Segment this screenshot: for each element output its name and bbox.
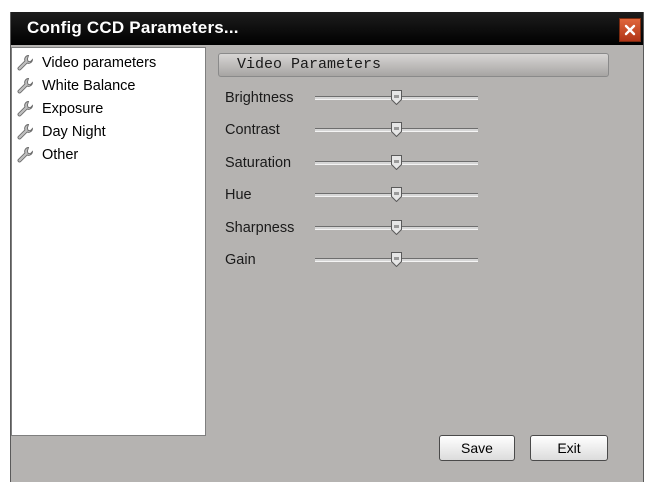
hue-label: Hue	[225, 187, 252, 203]
tree-item-video-parameters[interactable]: Video parameters	[16, 52, 156, 74]
tree-item-label: White Balance	[42, 78, 136, 94]
wrench-icon	[17, 78, 33, 94]
save-button[interactable]: Save	[439, 435, 515, 461]
tree-item-day-night[interactable]: Day Night	[16, 121, 106, 143]
tree-item-label: Exposure	[42, 101, 104, 117]
window-title: Config CCD Parameters...	[27, 18, 239, 37]
wrench-icon	[17, 147, 33, 163]
wrench-icon	[17, 124, 33, 140]
exit-button[interactable]: Exit	[530, 435, 608, 461]
sharpness-label: Sharpness	[225, 220, 295, 236]
saturation-slider[interactable]	[315, 155, 478, 170]
brightness-slider[interactable]	[315, 90, 478, 105]
wrench-icon	[17, 55, 33, 71]
config-dialog: Config CCD Parameters... Video parameter…	[10, 12, 644, 482]
slider-thumb[interactable]	[391, 155, 402, 170]
saturation-label: Saturation	[225, 155, 292, 171]
title-bar[interactable]: Config CCD Parameters...	[11, 12, 643, 45]
slider-thumb[interactable]	[391, 90, 402, 105]
slider-thumb[interactable]	[391, 220, 402, 235]
gain-label: Gain	[225, 252, 256, 268]
sharpness-slider[interactable]	[315, 220, 478, 235]
contrast-label: Contrast	[225, 122, 280, 138]
tree-item-label: Video parameters	[42, 55, 157, 71]
close-button[interactable]	[619, 18, 641, 42]
close-icon	[624, 24, 636, 36]
tree-item-other[interactable]: Other	[16, 144, 78, 166]
brightness-label: Brightness	[225, 90, 294, 106]
tree-item-label: Day Night	[42, 124, 106, 140]
wrench-icon	[17, 101, 33, 117]
slider-thumb[interactable]	[391, 252, 402, 267]
tree-item-white-balance[interactable]: White Balance	[16, 75, 136, 97]
category-tree: Video parameters White Balance Exposure …	[11, 47, 206, 436]
tree-item-label: Other	[42, 147, 79, 163]
hue-slider[interactable]	[315, 187, 478, 202]
contrast-slider[interactable]	[315, 122, 478, 137]
tree-item-exposure[interactable]: Exposure	[16, 98, 103, 120]
gain-slider[interactable]	[315, 252, 478, 267]
section-header: Video Parameters	[218, 53, 609, 77]
slider-thumb[interactable]	[391, 187, 402, 202]
slider-thumb[interactable]	[391, 122, 402, 137]
section-title: Video Parameters	[237, 56, 382, 73]
